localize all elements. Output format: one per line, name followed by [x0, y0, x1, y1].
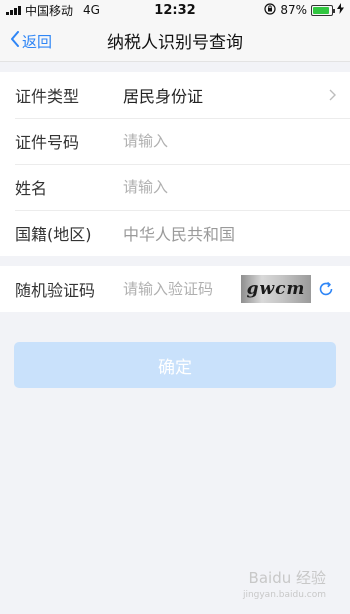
refresh-icon[interactable] [316, 279, 336, 299]
confirm-button[interactable]: 确定 [14, 342, 336, 388]
page-title: 纳税人识别号查询 [107, 33, 243, 53]
name-row: 姓名 [0, 164, 350, 210]
id-type-value: 居民身份证 [123, 87, 204, 106]
chevron-right-icon [329, 86, 336, 105]
name-input[interactable] [123, 164, 350, 210]
captcha-image[interactable]: gwcm [241, 275, 311, 303]
nationality-label: 国籍(地区) [15, 225, 92, 244]
charging-icon [337, 3, 344, 17]
id-type-label: 证件类型 [15, 87, 80, 106]
back-button[interactable]: 返回 [10, 20, 52, 62]
name-label: 姓名 [15, 179, 48, 198]
captcha-input[interactable] [123, 266, 241, 312]
battery-icon [311, 4, 335, 16]
nationality-row[interactable]: 国籍(地区) 中华人民共和国 [0, 210, 350, 256]
confirm-area: 确定 [0, 312, 350, 388]
id-number-label: 证件号码 [15, 133, 80, 152]
status-right: 87% [264, 2, 344, 18]
status-bar: 中国移动 4G 12:32 87% [0, 0, 350, 20]
watermark-sub: jingyan.baidu.com [242, 590, 326, 600]
id-number-input[interactable] [123, 118, 350, 164]
back-label: 返回 [22, 32, 53, 51]
watermark-text: Baidu 经验 [248, 569, 326, 587]
signal-icon [6, 5, 21, 15]
captcha-label: 随机验证码 [15, 281, 96, 300]
orientation-lock-icon [264, 2, 276, 18]
battery-percent: 87% [280, 3, 307, 17]
carrier-label: 中国移动 [25, 3, 74, 18]
id-number-row: 证件号码 [0, 118, 350, 164]
captcha-row: 随机验证码 gwcm [0, 266, 350, 312]
captcha-group: 随机验证码 gwcm [0, 266, 350, 312]
chevron-left-icon [10, 31, 20, 51]
form-group: 证件类型 居民身份证 证件号码 姓名 国籍(地区) 中华人民共和国 [0, 72, 350, 256]
nav-bar: 返回 纳税人识别号查询 [0, 20, 350, 62]
status-left: 中国移动 4G [6, 2, 100, 19]
baidu-watermark: Baidu 经验 jingyan.baidu.com [243, 567, 326, 600]
nationality-value: 中华人民共和国 [123, 225, 236, 244]
battery-fill [313, 6, 329, 14]
status-time: 12:32 [154, 2, 196, 18]
network-label: 4G [83, 3, 100, 17]
id-type-row[interactable]: 证件类型 居民身份证 [0, 72, 350, 118]
